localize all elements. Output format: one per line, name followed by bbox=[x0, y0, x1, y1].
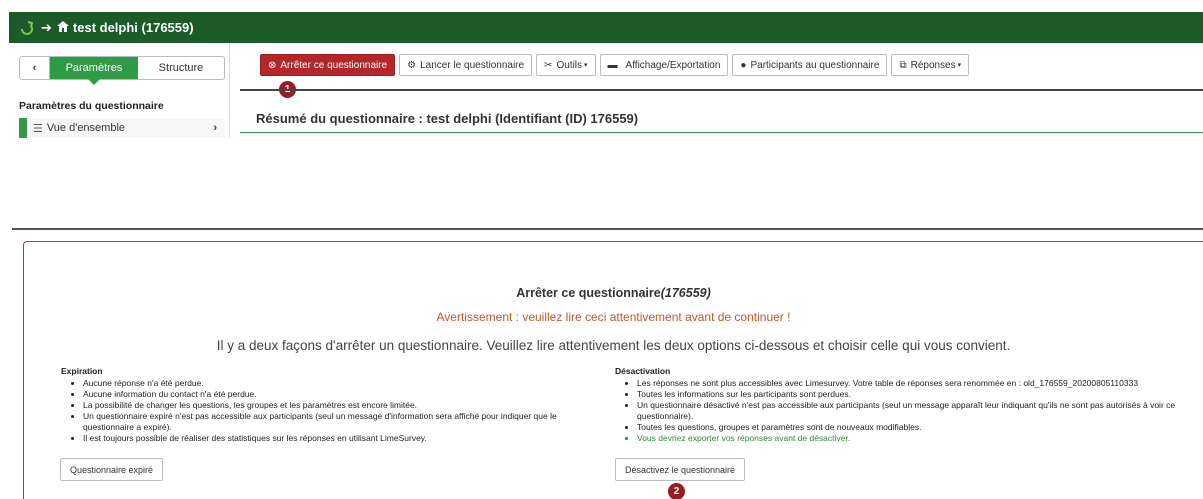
deactivation-list: Les réponses ne sont plus accessibles av… bbox=[615, 378, 1185, 444]
warning-message: Avertissement : veuillez lire ceci atten… bbox=[436, 310, 791, 324]
export-advice-item: Vous devriez exporter vos réponses avant… bbox=[637, 433, 1185, 444]
tab-structure[interactable]: Structure bbox=[138, 57, 224, 79]
collapse-sidebar-button[interactable]: ‹ bbox=[20, 57, 50, 79]
deactivation-column: Désactivation Les réponses ne sont plus … bbox=[615, 366, 1185, 444]
stop-circle-icon: ⊗ bbox=[268, 59, 277, 71]
display-export-label: Affichage/Exportation bbox=[625, 59, 721, 71]
tools-label: Outils bbox=[556, 59, 583, 71]
survey-toolbar: ⊗ Arrêter ce questionnaire ⚙ Lancer le q… bbox=[260, 54, 970, 76]
sidebar: ‹ Paramètres Structure Paramètres du que… bbox=[9, 43, 230, 138]
list-item: Un questionnaire désactivé n'est pas acc… bbox=[637, 400, 1185, 422]
home-icon[interactable] bbox=[56, 20, 69, 35]
stop-panel-survey-id: (176559) bbox=[660, 286, 711, 300]
folder-open-icon: ▬ bbox=[607, 59, 618, 71]
intro-text: Il y a deux façons d'arrêter un question… bbox=[216, 338, 1011, 353]
survey-breadcrumb-title[interactable]: test delphi (176559) bbox=[73, 20, 194, 35]
tools-dropdown-button[interactable]: ✂ Outils ▾ bbox=[536, 54, 596, 76]
list-item: Les réponses ne sont plus accessibles av… bbox=[637, 378, 1185, 389]
step-marker-2: 2 bbox=[668, 483, 685, 499]
stop-survey-label: Arrêter ce questionnaire bbox=[280, 59, 388, 71]
cog-icon: ⚙ bbox=[407, 59, 417, 71]
list-item: Il est toujours possible de réaliser des… bbox=[83, 433, 591, 444]
sidebar-tabs: ‹ Paramètres Structure bbox=[19, 56, 225, 85]
sidebar-item-overview[interactable]: ☰ Vue d'ensemble › bbox=[19, 118, 225, 138]
participants-label: Participants au questionnaire bbox=[750, 59, 880, 71]
survey-participants-button[interactable]: ● Participants au questionnaire bbox=[732, 54, 888, 76]
stop-survey-panel: Arrêter ce questionnaire(176559) Avertis… bbox=[23, 241, 1203, 499]
expiration-heading: Expiration bbox=[61, 366, 103, 376]
toolbar-divider-lower bbox=[12, 228, 1203, 230]
limesurvey-logo-icon[interactable] bbox=[19, 20, 35, 36]
list-item: La possibilité de changer les questions,… bbox=[83, 400, 591, 411]
chevron-left-icon: ‹ bbox=[32, 62, 37, 74]
page-title: Résumé du questionnaire : test delphi (I… bbox=[256, 111, 639, 126]
toolbar-divider bbox=[240, 89, 1203, 91]
responses-label: Réponses bbox=[910, 59, 956, 71]
expiration-list: Aucune réponse n'a été perdue. Aucune in… bbox=[61, 378, 591, 444]
launch-survey-label: Lancer le questionnaire bbox=[420, 59, 525, 71]
caret-down-icon: ▾ bbox=[584, 62, 588, 69]
top-navbar: ➔ test delphi (176559) bbox=[9, 12, 1203, 43]
title-underline bbox=[240, 132, 1203, 133]
survey-admin-area: ‹ Paramètres Structure Paramètres du que… bbox=[9, 43, 1203, 138]
launch-survey-button[interactable]: ⚙ Lancer le questionnaire bbox=[399, 54, 533, 76]
list-item: Aucune réponse n'a été perdue. bbox=[83, 378, 591, 389]
deactivation-heading: Désactivation bbox=[615, 366, 671, 376]
chevron-right-icon: › bbox=[213, 122, 217, 134]
responses-dropdown-button[interactable]: ⧉ Réponses ▾ bbox=[891, 54, 970, 76]
list-item: Toutes les informations sur les particip… bbox=[637, 389, 1185, 400]
tab-settings[interactable]: Paramètres bbox=[50, 57, 138, 85]
stop-panel-title-text: Arrêter ce questionnaire bbox=[516, 286, 661, 300]
list-icon: ☰ bbox=[33, 122, 43, 135]
sidebar-item-label: Vue d'ensemble bbox=[46, 122, 126, 134]
expiration-column: Expiration Aucune réponse n'a été perdue… bbox=[61, 366, 591, 444]
sidebar-section-title: Paramètres du questionnaire bbox=[19, 100, 164, 112]
user-icon: ● bbox=[740, 59, 747, 71]
comments-icon: ⧉ bbox=[899, 59, 907, 71]
list-item: Un questionnaire expiré n'est pas access… bbox=[83, 411, 591, 433]
expire-survey-button[interactable]: Questionnaire expiré bbox=[60, 458, 164, 481]
caret-down-icon: ▾ bbox=[957, 62, 962, 69]
arrow-right-icon: ➔ bbox=[41, 19, 52, 35]
list-item: Toutes les questions, groupes et paramèt… bbox=[637, 422, 1185, 433]
deactivate-survey-button[interactable]: Désactivez le questionnaire bbox=[615, 458, 746, 481]
tools-icon: ✂ bbox=[544, 59, 553, 71]
stop-panel-title: Arrêter ce questionnaire(176559) bbox=[24, 286, 1203, 300]
list-item: Aucune information du contact n'a été pe… bbox=[83, 389, 591, 400]
display-export-button[interactable]: ▬ Affichage/Exportation bbox=[599, 54, 729, 76]
stop-survey-button[interactable]: ⊗ Arrêter ce questionnaire bbox=[260, 54, 396, 76]
